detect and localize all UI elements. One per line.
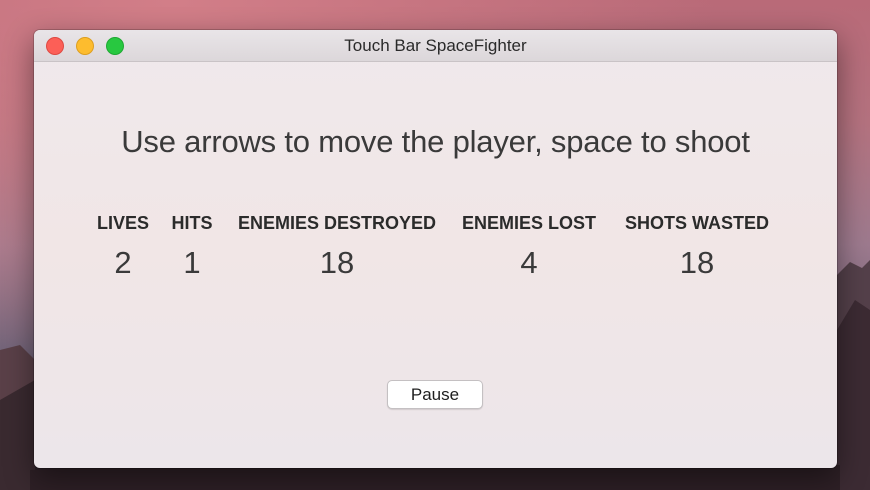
- stat-shots-wasted: SHOTS WASTED 18: [615, 213, 779, 281]
- stat-hits: HITS 1: [167, 213, 217, 281]
- stat-value-shots-wasted: 18: [679, 245, 715, 280]
- app-window: Touch Bar SpaceFighter Use arrows to mov…: [34, 30, 837, 468]
- stat-label-hits: HITS: [171, 213, 213, 233]
- window-title: Touch Bar SpaceFighter: [344, 36, 527, 55]
- stat-label-shots-wasted: SHOTS WASTED: [624, 213, 769, 233]
- stat-label-lives: LIVES: [96, 213, 149, 233]
- pause-button[interactable]: Pause: [387, 380, 483, 409]
- stat-value-lives: 2: [114, 245, 132, 280]
- stat-lives: LIVES 2: [95, 213, 151, 281]
- stat-enemies-destroyed: ENEMIES DESTROYED 18: [230, 213, 444, 281]
- title-bar: Touch Bar SpaceFighter: [34, 30, 837, 62]
- stat-enemies-lost: ENEMIES LOST 4: [457, 213, 601, 281]
- instructions-text: Use arrows to move the player, space to …: [121, 124, 750, 159]
- stat-value-enemies-lost: 4: [520, 245, 538, 280]
- stat-label-enemies-lost: ENEMIES LOST: [461, 213, 596, 233]
- stat-value-hits: 1: [183, 245, 201, 280]
- stat-value-enemies-destroyed: 18: [319, 245, 355, 280]
- stat-label-enemies-destroyed: ENEMIES DESTROYED: [237, 213, 437, 233]
